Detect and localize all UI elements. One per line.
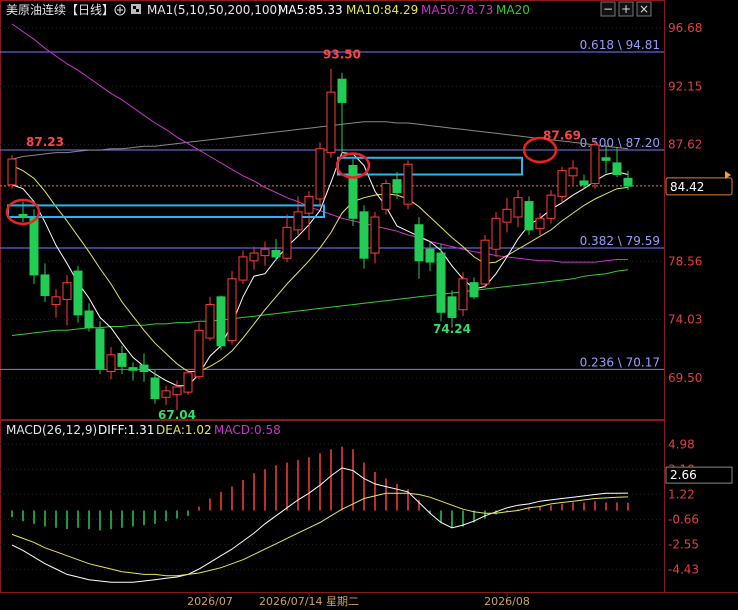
candle-body <box>117 352 127 367</box>
svg-text:+: + <box>621 2 631 16</box>
candle-body <box>359 211 369 259</box>
price-tick-label: 69.50 <box>668 371 702 385</box>
zoom-in-button[interactable]: + <box>618 1 634 17</box>
candle-body <box>183 372 193 393</box>
candle-body <box>568 167 578 177</box>
candle-body <box>348 165 358 219</box>
candle-body <box>535 217 545 230</box>
candle-body <box>601 157 611 161</box>
candle-body <box>447 296 457 318</box>
candle-body <box>216 296 226 347</box>
candle-body <box>161 390 171 398</box>
candle-body <box>150 377 160 400</box>
candle-body <box>590 144 600 185</box>
macd-tick-label: -4.43 <box>668 562 699 576</box>
price-annotation: 74.24 <box>433 322 471 336</box>
svg-text:−: − <box>603 2 613 16</box>
fib-level-label: 0.236 \ 70.17 <box>580 355 660 369</box>
price-annotation: 67.04 <box>158 408 196 422</box>
candle-body <box>172 386 182 396</box>
macd-current-label: 2.66 <box>670 468 697 482</box>
candle-body <box>95 328 105 370</box>
candle-body <box>546 194 556 219</box>
candle-body <box>249 252 259 262</box>
time-tick-label: 2026/07/14 星期二 <box>259 595 359 608</box>
macd-tick-label: -2.55 <box>668 537 699 551</box>
close-button[interactable]: × <box>636 1 652 17</box>
price-annotation: 87.23 <box>26 135 64 149</box>
candle-body <box>18 213 28 218</box>
ma-params: MA1(5,10,50,200,100) <box>147 3 282 17</box>
settings-icon[interactable] <box>131 4 141 14</box>
candle-body <box>513 197 523 218</box>
macd-diff-value: DIFF:1.31 <box>98 423 154 437</box>
price-annotation: 87.69 <box>543 129 581 143</box>
candle-body <box>128 367 138 371</box>
candle-body <box>260 248 270 257</box>
candle-body <box>205 304 215 339</box>
candle-body <box>623 177 633 187</box>
ma20-value: MA20 <box>496 3 530 17</box>
ma10-value: MA10:84.29 <box>346 3 418 17</box>
time-tick-label: 2026/07 <box>187 595 233 608</box>
candle-body <box>458 278 468 311</box>
candle-body <box>194 329 204 378</box>
candle-body <box>271 249 281 258</box>
price-tick-label: 78.56 <box>668 254 702 268</box>
candle-body <box>381 183 391 210</box>
price-tick-label: 96.68 <box>668 21 702 35</box>
candle-body <box>139 364 149 373</box>
macd-tick-label: 4.98 <box>668 437 695 451</box>
macd-title: MACD(26,12,9) <box>6 423 97 437</box>
candle-body <box>84 310 94 329</box>
current-price-label: 84.42 <box>670 180 704 194</box>
candle-body <box>436 252 446 313</box>
macd-dea-value: DEA:1.02 <box>156 423 212 437</box>
candle-body <box>315 148 325 200</box>
time-tick-label: 2026/08 <box>484 595 530 608</box>
candle-body <box>7 158 17 186</box>
candle-body <box>502 208 512 223</box>
price-tick-label: 87.62 <box>668 138 702 152</box>
candle-body <box>51 296 61 306</box>
price-tick-label: 92.15 <box>668 79 702 93</box>
candle-body <box>282 226 292 259</box>
fib-level-label: 0.618 \ 94.81 <box>580 38 660 52</box>
candle-body <box>304 195 314 214</box>
candle-body <box>293 211 303 231</box>
candle-body <box>106 354 116 373</box>
ma50-value: MA50:78.73 <box>421 3 493 17</box>
macd-hist-value: MACD:0.58 <box>214 423 281 437</box>
candle-body <box>73 270 83 316</box>
ma5-value: MA5:85.33 <box>278 3 343 17</box>
candle-body <box>425 248 435 263</box>
candle-body <box>469 282 479 298</box>
candle-body <box>579 180 589 186</box>
macd-tick-label: 1.22 <box>668 487 695 501</box>
candle-body <box>238 256 248 281</box>
candle-body <box>337 78 347 103</box>
candle-body <box>392 179 402 194</box>
macd-tick-label: -0.66 <box>668 512 699 526</box>
oil-chart[interactable]: 0.618 \ 94.810.500 \ 87.200.382 \ 79.590… <box>0 0 738 610</box>
candle-body <box>612 162 622 176</box>
candle-body <box>557 170 567 197</box>
candle-body <box>227 278 237 342</box>
price-annotation: 93.50 <box>323 48 361 62</box>
candle-body <box>414 224 424 262</box>
fib-level-label: 0.382 \ 79.59 <box>580 234 660 248</box>
svg-text:×: × <box>639 2 649 16</box>
candle-body <box>403 163 413 205</box>
symbol-title: 美原油连续【日线】 <box>6 2 114 17</box>
candle-body <box>62 282 72 300</box>
candle-body <box>29 217 39 276</box>
candle-body <box>40 274 50 297</box>
candle-body <box>326 91 336 154</box>
candle-body <box>480 239 490 285</box>
candle-body <box>524 201 534 231</box>
price-tick-label: 74.03 <box>668 313 702 327</box>
candle-body <box>491 217 501 250</box>
zoom-out-button[interactable]: − <box>600 1 616 17</box>
candle-body <box>370 216 380 254</box>
